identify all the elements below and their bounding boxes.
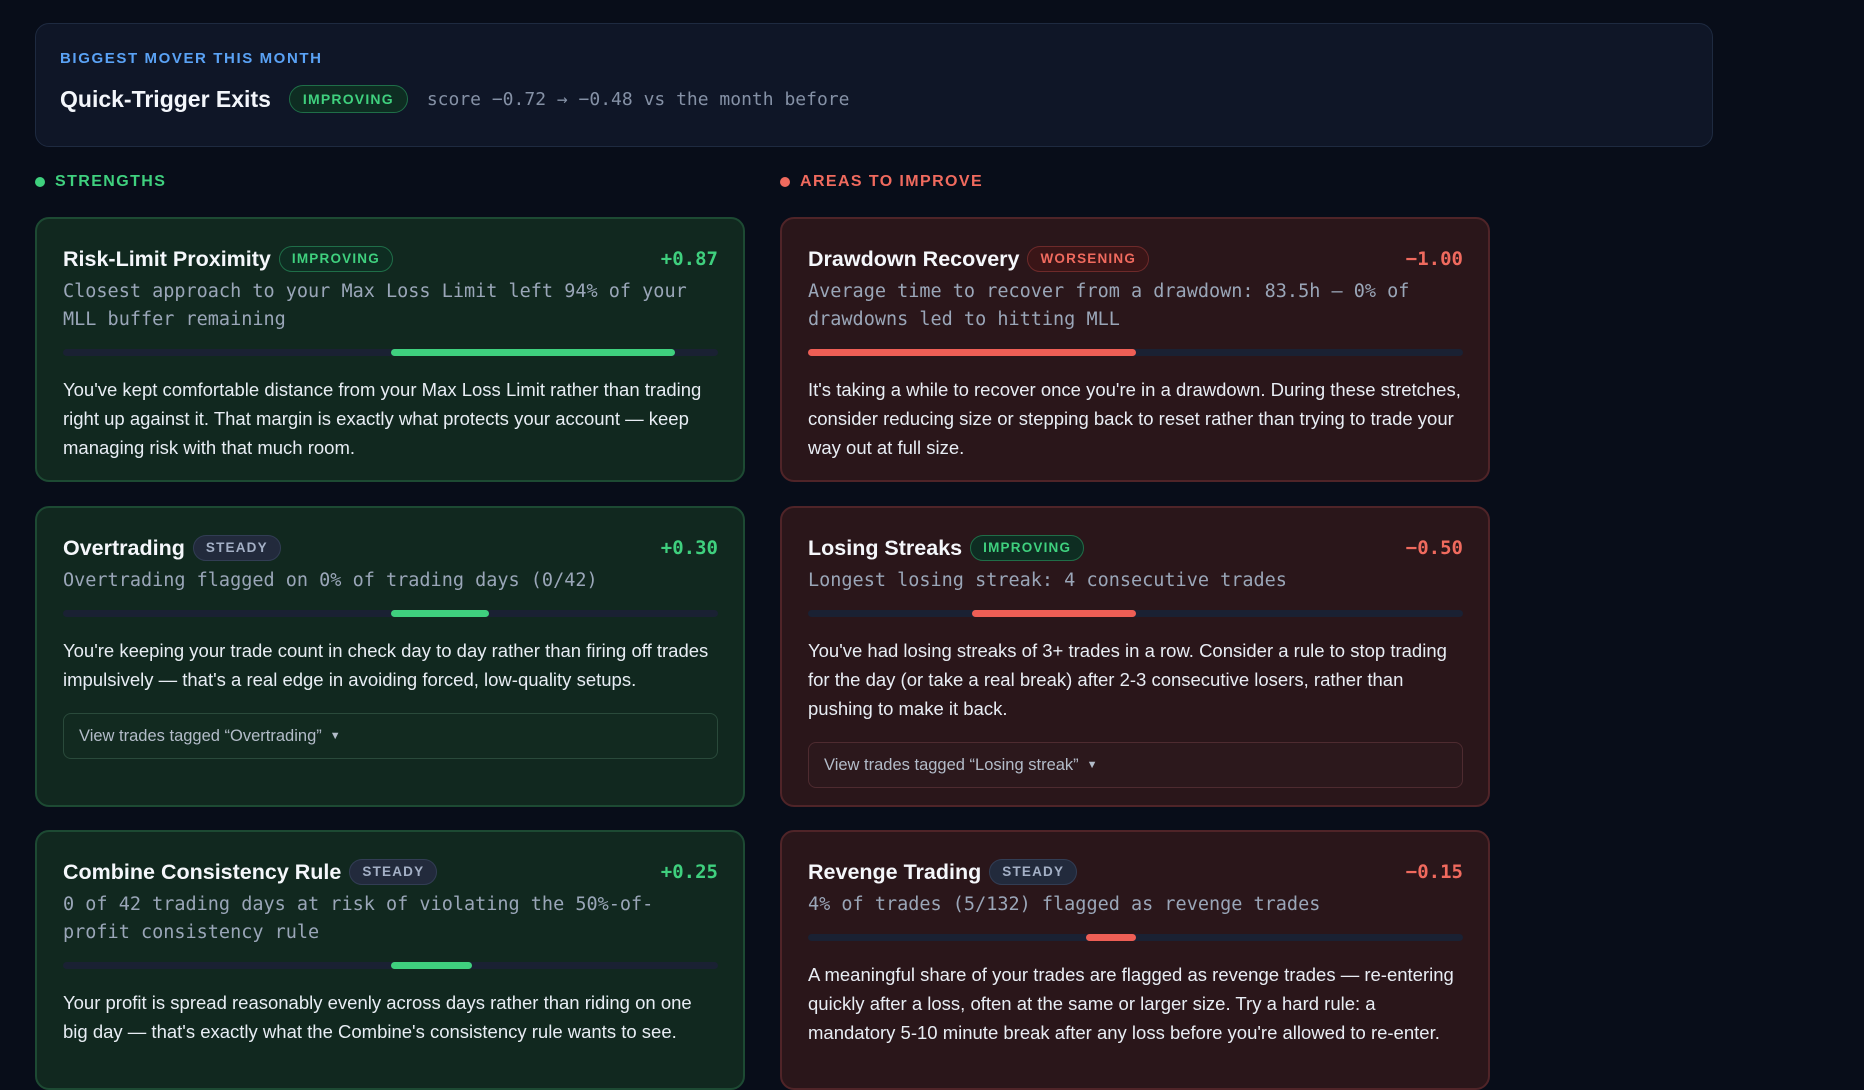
mover-score-change: score −0.72 → −0.48 vs the month before (426, 88, 850, 110)
improve-card-revenge-trading: Revenge Trading STEADY −0.15 4% of trade… (780, 830, 1490, 1090)
caret-down-icon: ▼ (1086, 759, 1098, 771)
score-bar-fill (390, 349, 676, 356)
status-badge: STEADY (192, 535, 281, 561)
score-bar-fill (390, 610, 489, 617)
status-badge: STEADY (349, 859, 438, 885)
card-score: +0.87 (660, 248, 718, 270)
status-badge: IMPROVING (970, 535, 1085, 561)
score-bar-fill (390, 962, 473, 969)
strength-card-overtrading: Overtrading STEADY +0.30 Overtrading fla… (35, 506, 745, 807)
strengths-label: STRENGTHS (55, 173, 167, 190)
strengths-header: STRENGTHS (35, 173, 166, 191)
strength-card-combine-consistency-rule: Combine Consistency Rule STEADY +0.25 0 … (35, 830, 745, 1090)
score-bar (63, 962, 718, 969)
view-trades-label: View trades tagged “Losing streak” (824, 755, 1079, 774)
red-dot-icon (780, 177, 790, 187)
score-bar-fill (971, 610, 1136, 617)
card-metric: Average time to recover from a drawdown:… (808, 281, 1410, 330)
card-score: −0.50 (1405, 537, 1463, 559)
card-description: You're keeping your trade count in check… (63, 640, 709, 690)
status-badge: STEADY (989, 859, 1078, 885)
card-metric: 0 of 42 trading days at risk of violatin… (63, 894, 654, 943)
status-badge: WORSENING (1027, 246, 1150, 272)
score-bar (808, 349, 1463, 356)
card-title: Risk-Limit Proximity (63, 246, 271, 271)
score-bar-fill (808, 349, 1136, 356)
biggest-mover-banner: BIGGEST MOVER THIS MONTH Quick-Trigger E… (35, 23, 1713, 147)
caret-down-icon: ▼ (329, 730, 341, 742)
card-title: Drawdown Recovery (808, 246, 1020, 271)
card-title: Losing Streaks (808, 535, 963, 560)
score-bar (808, 610, 1463, 617)
card-title: Combine Consistency Rule (63, 859, 342, 884)
card-title: Overtrading (63, 535, 185, 560)
card-metric: 4% of trades (5/132) flagged as revenge … (808, 894, 1321, 915)
view-trades-overtrading-button[interactable]: View trades tagged “Overtrading” ▼ (63, 713, 718, 759)
card-metric: Overtrading flagged on 0% of trading day… (63, 570, 598, 591)
score-bar-fill (1086, 934, 1136, 941)
card-title: Revenge Trading (808, 859, 982, 884)
card-score: −0.15 (1405, 861, 1463, 883)
card-metric: Longest losing streak: 4 consecutive tra… (808, 570, 1287, 591)
green-dot-icon (35, 177, 45, 187)
score-bar (808, 934, 1463, 941)
card-score: +0.25 (660, 861, 718, 883)
view-trades-label: View trades tagged “Overtrading” (79, 726, 322, 745)
improve-card-losing-streaks: Losing Streaks IMPROVING −0.50 Longest l… (780, 506, 1490, 807)
mover-status-badge: IMPROVING (288, 85, 408, 113)
mover-eyebrow: BIGGEST MOVER THIS MONTH (60, 50, 323, 67)
card-description: Your profit is spread reasonably evenly … (63, 992, 692, 1042)
card-description: You've had losing streaks of 3+ trades i… (808, 640, 1447, 719)
areas-to-improve-header: AREAS TO IMPROVE (780, 173, 983, 191)
strength-card-risk-limit-proximity: Risk-Limit Proximity IMPROVING +0.87 Clo… (35, 217, 745, 482)
card-metric: Closest approach to your Max Loss Limit … (63, 281, 687, 330)
card-score: +0.30 (660, 537, 718, 559)
improve-card-drawdown-recovery: Drawdown Recovery WORSENING −1.00 Averag… (780, 217, 1490, 482)
card-description: It's taking a while to recover once you'… (808, 379, 1461, 458)
mover-title: Quick-Trigger Exits (60, 85, 271, 112)
areas-to-improve-label: AREAS TO IMPROVE (800, 173, 984, 190)
view-trades-losing-streak-button[interactable]: View trades tagged “Losing streak” ▼ (808, 742, 1463, 788)
score-bar (63, 349, 718, 356)
card-description: You've kept comfortable distance from yo… (63, 379, 702, 458)
card-score: −1.00 (1405, 248, 1463, 270)
score-bar (63, 610, 718, 617)
card-description: A meaningful share of your trades are fl… (808, 964, 1454, 1043)
status-badge: IMPROVING (278, 246, 393, 272)
